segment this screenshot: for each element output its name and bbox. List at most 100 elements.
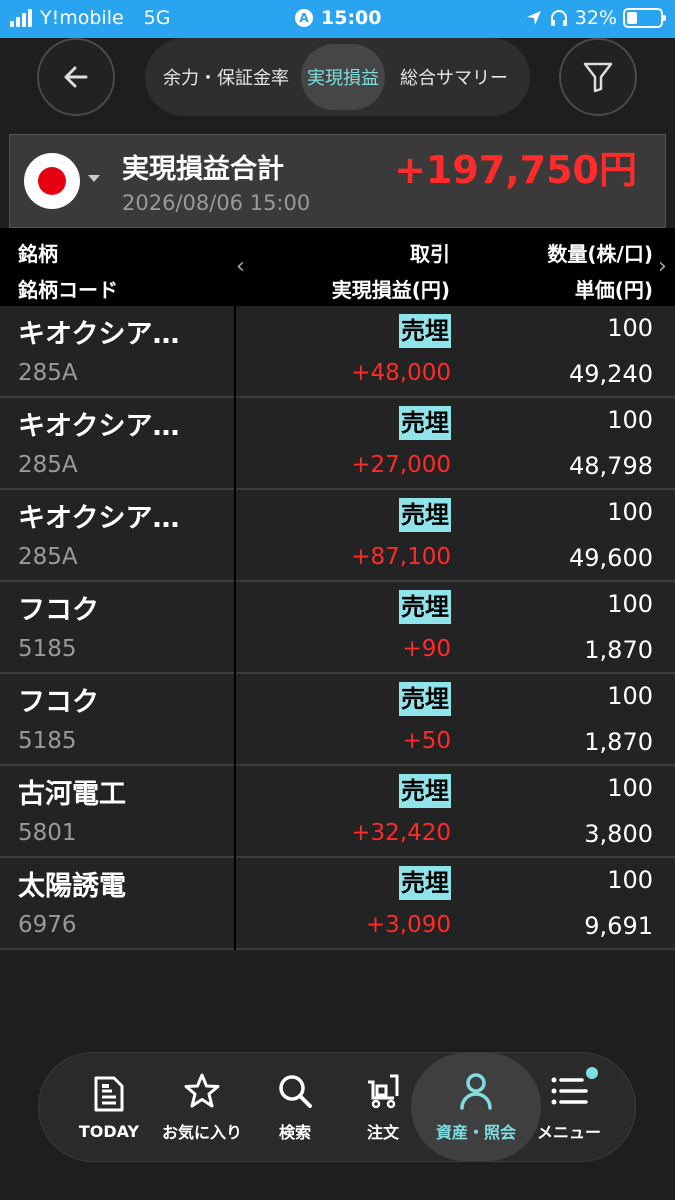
table-row[interactable]: フコク 5185 売埋 +90 100 1,870 [0,582,675,674]
nav-label: TODAY [78,1121,140,1141]
stock-code: 285A [18,360,78,386]
unit-price: 49,240 [569,360,653,388]
unit-price: 3,800 [584,820,653,848]
chevron-right-icon[interactable]: › [658,254,667,279]
header: 余力・保証金率 実現損益 総合サマリー [0,38,675,134]
stock-name: キオクシア… [18,503,180,534]
location-arrow-icon [526,11,541,25]
stock-code: 5185 [18,728,77,754]
trade-badge: 売埋 [399,498,451,532]
status-bar: Y!mobile 5G A 15:00 32% [0,0,675,38]
network-type: 5G [143,7,171,29]
nav-label: メニュー [536,1123,601,1142]
arrow-left-icon [64,66,88,88]
quantity: 100 [607,314,653,342]
summary-title: 実現損益合計 [122,154,284,185]
battery-percent: 32% [574,7,617,29]
realized-pl: +27,000 [351,452,451,478]
status-right: 32% [525,7,666,29]
search-icon [279,1075,312,1108]
time-text: 15:00 [321,7,382,29]
funnel-icon [583,62,613,93]
stock-name: 太陽誘電 [18,871,126,902]
table-row[interactable]: 古河電工 5801 売埋 +32,420 100 3,800 [0,766,675,858]
clock: A 15:00 [295,7,381,29]
table-row[interactable]: キオクシア… 285A 売埋 +27,000 100 48,798 [0,398,675,490]
realized-pl-summary: 実現損益合計 2026/08/06 15:00 +197,750円 [9,134,666,228]
nav-menu[interactable]: メニュー [529,1053,609,1161]
filter-button[interactable] [559,38,637,116]
col-trade: 取引 [410,242,450,266]
cart-icon [368,1074,399,1109]
japan-flag-icon[interactable] [24,153,80,209]
star-icon [184,1073,220,1108]
summary-total: +197,750円 [394,148,637,192]
nav-today[interactable]: TODAY [69,1053,149,1161]
document-icon [94,1076,124,1111]
table-row[interactable]: キオクシア… 285A 売埋 +87,100 100 49,600 [0,490,675,582]
notification-dot [586,1067,598,1079]
stock-name: フコク [18,687,99,718]
table-header: 銘柄 銘柄コード ‹ 取引 実現損益(円) 数量(株/口) 単価(円) › [0,228,675,306]
stock-name: フコク [18,595,99,626]
nav-label: 検索 [278,1123,311,1142]
col-code: 銘柄コード [18,278,118,302]
summary-date: 2026/08/06 15:00 [122,191,311,215]
col-name: 銘柄 [18,242,58,266]
person-icon [460,1073,492,1110]
quantity: 100 [607,682,653,710]
menu-list-icon [551,1077,588,1105]
trade-badge: 売埋 [399,682,451,716]
nav-label: 資産・照会 [435,1123,516,1142]
trade-badge: 売埋 [399,314,451,348]
unit-price: 1,870 [584,636,653,664]
trade-badge: 売埋 [399,774,451,808]
tab-margin[interactable]: 余力・保証金率 [151,44,301,110]
trade-badge: 売埋 [399,590,451,624]
nav-favorites[interactable]: お気に入り [157,1053,247,1161]
unit-price: 48,798 [569,452,653,480]
stock-name: キオクシア… [18,411,180,442]
col-pl: 実現損益(円) [331,278,450,302]
headphones-icon [550,10,567,26]
col-price: 単価(円) [574,278,653,302]
table-row[interactable]: フコク 5185 売埋 +50 100 1,870 [0,674,675,766]
realized-pl: +87,100 [351,544,451,570]
realized-pl: +90 [402,636,451,662]
realized-pl: +32,420 [351,820,451,846]
quantity: 100 [607,406,653,434]
navigation-icon: A [295,9,313,27]
stock-code: 285A [18,452,78,478]
quantity: 100 [607,590,653,618]
stock-name: キオクシア… [18,319,180,350]
battery-icon [623,8,666,28]
trade-badge: 売埋 [399,866,451,900]
unit-price: 49,600 [569,544,653,572]
realized-pl: +3,090 [365,912,451,938]
nav-search[interactable]: 検索 [255,1053,335,1161]
stock-code: 6976 [18,912,77,938]
stock-code: 5185 [18,636,77,662]
stock-code: 5801 [18,820,77,846]
stock-code: 285A [18,544,78,570]
table-row[interactable]: 太陽誘電 6976 売埋 +3,090 100 9,691 [0,858,675,950]
tab-realized-pl[interactable]: 実現損益 [301,44,385,110]
tab-summary[interactable]: 総合サマリー [385,44,523,110]
trade-badge: 売埋 [399,406,451,440]
tab-bar: 余力・保証金率 実現損益 総合サマリー [145,38,530,116]
quantity: 100 [607,866,653,894]
carrier-name: Y!mobile [40,7,124,29]
stock-name: 古河電工 [18,779,126,810]
nav-label: お気に入り [161,1123,242,1142]
chevron-left-icon[interactable]: ‹ [236,254,245,279]
back-button[interactable] [37,38,115,116]
unit-price: 9,691 [584,912,653,940]
chevron-down-icon[interactable] [88,175,100,182]
quantity: 100 [607,774,653,802]
col-qty: 数量(株/口) [547,242,653,266]
table-row[interactable]: キオクシア… 285A 売埋 +48,000 100 49,240 [0,306,675,398]
signal-icon [10,9,32,27]
nav-assets[interactable]: 資産・照会 [411,1053,541,1161]
realized-pl: +50 [402,728,451,754]
quantity: 100 [607,498,653,526]
